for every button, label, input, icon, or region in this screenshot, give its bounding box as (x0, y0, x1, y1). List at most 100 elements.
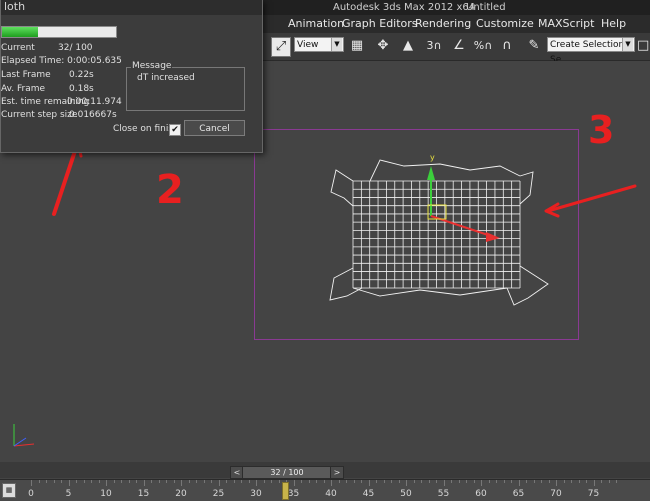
named-selection-set-combo[interactable]: Create Selection Se ▼ (547, 37, 635, 65)
close-on-finish-checkbox[interactable]: ✔ (169, 124, 181, 136)
reference-coordinate-value: View (297, 40, 319, 50)
app-title: Autodesk 3ds Max 2012 x64 (333, 2, 476, 13)
cancel-button[interactable]: Cancel (184, 120, 245, 136)
angle-snap-icon[interactable]: ∠ (449, 36, 469, 56)
track-tick-mark (38, 480, 40, 483)
select-and-manipulate-icon[interactable]: ✥ (373, 36, 393, 56)
track-tick-mark (368, 480, 370, 486)
menu-animation[interactable]: Animation (288, 17, 344, 30)
track-tick-label: 70 (550, 489, 562, 499)
mirror-icon[interactable]: □ (637, 36, 649, 56)
track-tick-label: 15 (137, 489, 150, 499)
track-tick-mark (53, 480, 55, 483)
track-tick-mark (248, 480, 250, 483)
stat-value: 32/ 100 (58, 43, 93, 53)
stat-label: Current (1, 43, 35, 53)
track-tick-label: 25 (212, 489, 225, 499)
stat-current: Current 32/ 100 (1, 43, 93, 53)
track-tick-mark (571, 480, 572, 483)
track-tick-mark (338, 480, 340, 483)
track-tick-mark (503, 480, 505, 483)
track-tick-mark (263, 480, 265, 483)
track-tick-mark (526, 480, 527, 483)
track-tick-mark (496, 480, 497, 483)
track-tick-label: 30 (250, 489, 262, 499)
spinner-snap-icon[interactable]: ∩ (497, 36, 517, 56)
track-bar[interactable]: 0 5 10 15 20 25 30 35 40 45 50 55 60 65 70 75 (0, 479, 650, 501)
time-slider-next-button[interactable]: > (330, 466, 344, 479)
menu-customize[interactable]: Customize (476, 17, 534, 30)
track-tick-mark (226, 480, 227, 483)
track-tick-mark (316, 480, 317, 483)
track-tick-mark (398, 480, 400, 483)
track-tick-mark (188, 480, 190, 483)
track-tick-mark (443, 480, 445, 486)
simulation-progress-bar (1, 26, 117, 38)
track-tick-mark (586, 480, 587, 483)
track-tick-mark (158, 480, 160, 483)
key-filters-icon[interactable]: ▦ (2, 483, 16, 498)
track-tick-mark (578, 480, 580, 483)
track-tick-mark (68, 480, 70, 486)
track-tick-label: 55 (437, 489, 450, 499)
stat-average-frame: Av. Frame 0.18s (1, 84, 94, 94)
menu-rendering[interactable]: Rendering (415, 17, 471, 30)
dialog-title: loth (4, 0, 26, 13)
stat-elapsed-time: Elapsed Time: 0:00:05.635 (1, 56, 122, 66)
track-tick-mark (61, 480, 62, 483)
safe-frame (254, 129, 579, 340)
message-text: dT increased (137, 73, 195, 83)
track-tick-mark (361, 480, 362, 483)
track-tick-mark (166, 480, 167, 483)
track-tick-mark (488, 480, 490, 483)
track-tick-mark (136, 480, 137, 483)
track-tick-mark (376, 480, 377, 483)
snaps-toggle-icon[interactable]: 3∩ (424, 36, 444, 56)
track-tick-label: 60 (475, 489, 487, 499)
track-tick-mark (106, 480, 107, 486)
track-tick-mark (181, 480, 182, 486)
track-tick-mark (83, 480, 85, 483)
track-tick-mark (541, 480, 542, 483)
reference-coordinate-combo[interactable]: View ▼ (294, 37, 344, 52)
progress-fill (2, 27, 39, 37)
track-tick-label: 45 (362, 489, 375, 499)
menu-help[interactable]: Help (601, 17, 626, 30)
track-tick-mark (91, 480, 92, 483)
track-tick-mark (46, 480, 47, 483)
edit-named-selection-icon[interactable]: ✎ (524, 36, 544, 56)
scale-icon[interactable]: ⤢ (271, 37, 291, 57)
snap-label: 3 (426, 39, 434, 52)
keyboard-shortcut-toggle-icon[interactable]: ▲ (398, 36, 418, 56)
menu-maxscript[interactable]: MAXScript (538, 17, 594, 30)
track-tick-mark (601, 480, 602, 483)
track-tick-mark (563, 480, 565, 483)
pivot-center-icon[interactable]: ▦ (347, 36, 367, 56)
track-tick-mark (143, 480, 145, 486)
track-tick-mark (173, 480, 175, 483)
menu-graph-editors[interactable]: Graph Editors (342, 17, 418, 30)
track-tick-label: 35 (287, 489, 300, 499)
track-tick-mark (241, 480, 242, 483)
percent-snap-icon[interactable]: %∩ (473, 36, 493, 56)
track-tick-mark (428, 480, 430, 483)
track-tick-mark (346, 480, 347, 483)
dialog-title-bar[interactable]: loth (1, 0, 262, 15)
stat-label: Last Frame (1, 70, 51, 80)
time-slider[interactable]: 32 / 100 (242, 466, 332, 479)
track-tick-mark (271, 480, 272, 483)
track-tick-mark (128, 480, 130, 483)
track-tick-mark (436, 480, 437, 483)
track-tick-label: 5 (65, 489, 72, 499)
track-tick-mark (473, 480, 475, 483)
track-tick-mark (308, 480, 310, 483)
track-tick-mark (278, 480, 280, 483)
stat-step-size: Current step size 0.016667s (1, 110, 117, 120)
stat-last-frame: Last Frame 0.22s (1, 70, 94, 80)
track-tick-mark (451, 480, 452, 483)
current-frame-marker[interactable] (282, 482, 289, 500)
track-tick-mark (608, 480, 610, 483)
track-tick-mark (31, 480, 32, 486)
track-tick-mark (413, 480, 415, 483)
track-tick-label: 10 (100, 489, 112, 499)
